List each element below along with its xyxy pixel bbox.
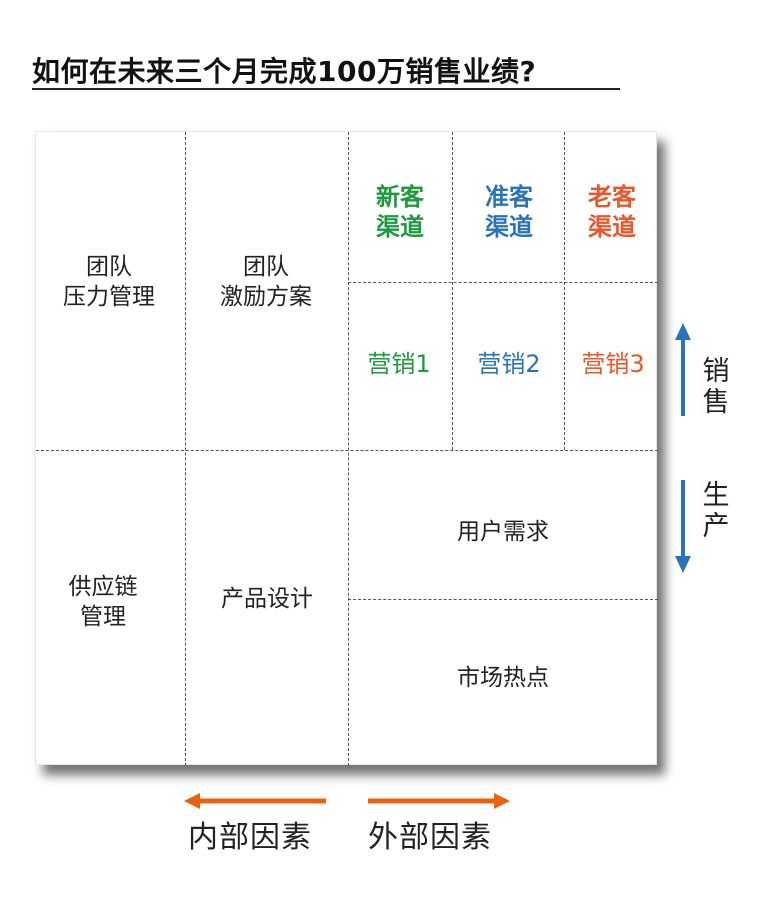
sales-up-arrow bbox=[675, 323, 691, 416]
production-char-1: 生 bbox=[702, 480, 730, 511]
sales-char-1: 销 bbox=[702, 356, 730, 387]
internal-left-arrow bbox=[184, 793, 326, 809]
internal-factors-label: 内部因素 bbox=[188, 820, 312, 855]
external-factors-label: 外部因素 bbox=[368, 820, 492, 855]
production-char-2: 产 bbox=[702, 511, 730, 542]
production-down-arrow bbox=[675, 480, 691, 573]
sales-label: 销 售 bbox=[700, 356, 732, 418]
arrows-layer bbox=[184, 323, 691, 809]
external-right-arrow bbox=[368, 793, 510, 809]
sales-char-2: 售 bbox=[702, 387, 730, 418]
production-label: 生 产 bbox=[700, 480, 732, 542]
